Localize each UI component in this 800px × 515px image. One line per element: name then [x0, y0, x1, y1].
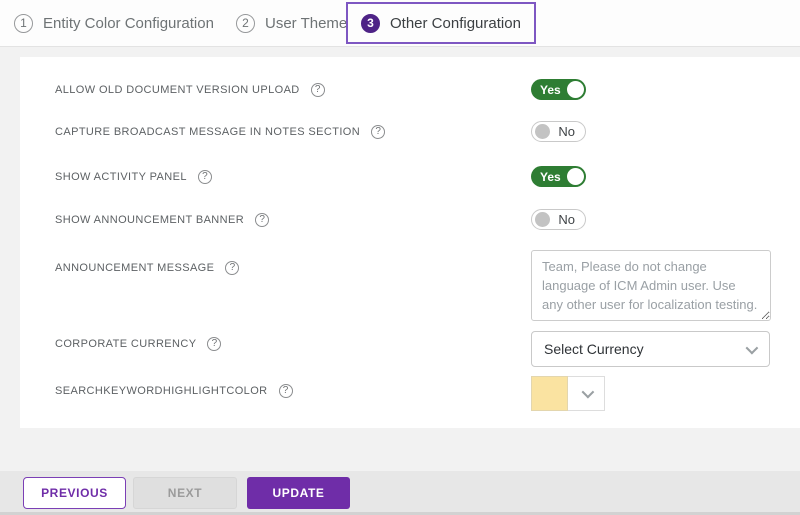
- allow-old-document-version-upload-toggle[interactable]: Yes: [531, 79, 586, 100]
- help-icon[interactable]: ?: [371, 125, 385, 139]
- field-label: CORPORATE CURRENCY: [55, 338, 196, 350]
- help-icon[interactable]: ?: [255, 213, 269, 227]
- toggle-knob: [567, 168, 584, 185]
- toggle-knob: [567, 81, 584, 98]
- next-button[interactable]: NEXT: [133, 477, 237, 509]
- selected-currency-value: Select Currency: [544, 341, 644, 357]
- help-icon[interactable]: ?: [207, 337, 221, 351]
- field-label: ANNOUNCEMENT MESSAGE: [55, 262, 214, 274]
- chevron-down-icon: [746, 341, 759, 354]
- toggle-value-label: No: [558, 212, 575, 227]
- toggle-value-label: Yes: [540, 83, 561, 97]
- field-label: ALLOW OLD DOCUMENT VERSION UPLOAD: [55, 84, 300, 96]
- toggle-knob: [535, 212, 550, 227]
- tab-user-theme-label: User Theme: [265, 15, 347, 32]
- field-label-group: CORPORATE CURRENCY ?: [55, 333, 221, 354]
- step-3-badge: 3: [361, 14, 380, 33]
- show-announcement-banner-toggle[interactable]: No: [531, 209, 586, 230]
- field-label-group: SHOW ACTIVITY PANEL ?: [55, 166, 212, 187]
- field-label: CAPTURE BROADCAST MESSAGE IN NOTES SECTI…: [55, 126, 360, 138]
- chevron-down-icon: [581, 386, 594, 399]
- field-label-group: CAPTURE BROADCAST MESSAGE IN NOTES SECTI…: [55, 121, 385, 142]
- tab-other-configuration-label: Other Configuration: [390, 15, 521, 32]
- field-label: SHOW ANNOUNCEMENT BANNER: [55, 214, 244, 226]
- wizard-footer: PREVIOUS NEXT UPDATE: [0, 471, 800, 515]
- toggle-knob: [535, 124, 550, 139]
- tab-other-configuration[interactable]: 3 Other Configuration: [346, 2, 536, 44]
- help-icon[interactable]: ?: [198, 170, 212, 184]
- field-label-group: SEARCHKEYWORDHIGHLIGHTCOLOR ?: [55, 380, 293, 401]
- search-keyword-highlight-color-picker: [531, 376, 605, 411]
- field-label: SHOW ACTIVITY PANEL: [55, 171, 187, 183]
- toggle-value-label: Yes: [540, 170, 561, 184]
- capture-broadcast-message-toggle[interactable]: No: [531, 121, 586, 142]
- field-label-group: ANNOUNCEMENT MESSAGE ?: [55, 257, 239, 278]
- show-activity-panel-toggle[interactable]: Yes: [531, 166, 586, 187]
- tab-user-theme[interactable]: 2 User Theme: [236, 0, 347, 46]
- step-1-badge: 1: [14, 14, 33, 33]
- color-picker-dropdown-button[interactable]: [568, 376, 605, 411]
- wizard-tabs-header: 1 Entity Color Configuration 2 User Them…: [0, 0, 800, 47]
- other-configuration-panel: ALLOW OLD DOCUMENT VERSION UPLOAD ? Yes …: [20, 57, 800, 428]
- field-label: SEARCHKEYWORDHIGHLIGHTCOLOR: [55, 385, 268, 397]
- update-button[interactable]: UPDATE: [247, 477, 350, 509]
- help-icon[interactable]: ?: [311, 83, 325, 97]
- step-2-badge: 2: [236, 14, 255, 33]
- help-icon[interactable]: ?: [225, 261, 239, 275]
- tab-entity-color-configuration[interactable]: 1 Entity Color Configuration: [14, 0, 214, 46]
- help-icon[interactable]: ?: [279, 384, 293, 398]
- field-label-group: ALLOW OLD DOCUMENT VERSION UPLOAD ?: [55, 79, 325, 100]
- toggle-value-label: No: [558, 124, 575, 139]
- tab-entity-color-configuration-label: Entity Color Configuration: [43, 15, 214, 32]
- corporate-currency-select[interactable]: Select Currency: [531, 331, 770, 367]
- color-swatch[interactable]: [531, 376, 568, 411]
- field-label-group: SHOW ANNOUNCEMENT BANNER ?: [55, 209, 269, 230]
- settings-screen: 1 Entity Color Configuration 2 User Them…: [0, 0, 800, 515]
- announcement-message-input[interactable]: Team, Please do not change language of I…: [531, 250, 771, 321]
- previous-button[interactable]: PREVIOUS: [23, 477, 126, 509]
